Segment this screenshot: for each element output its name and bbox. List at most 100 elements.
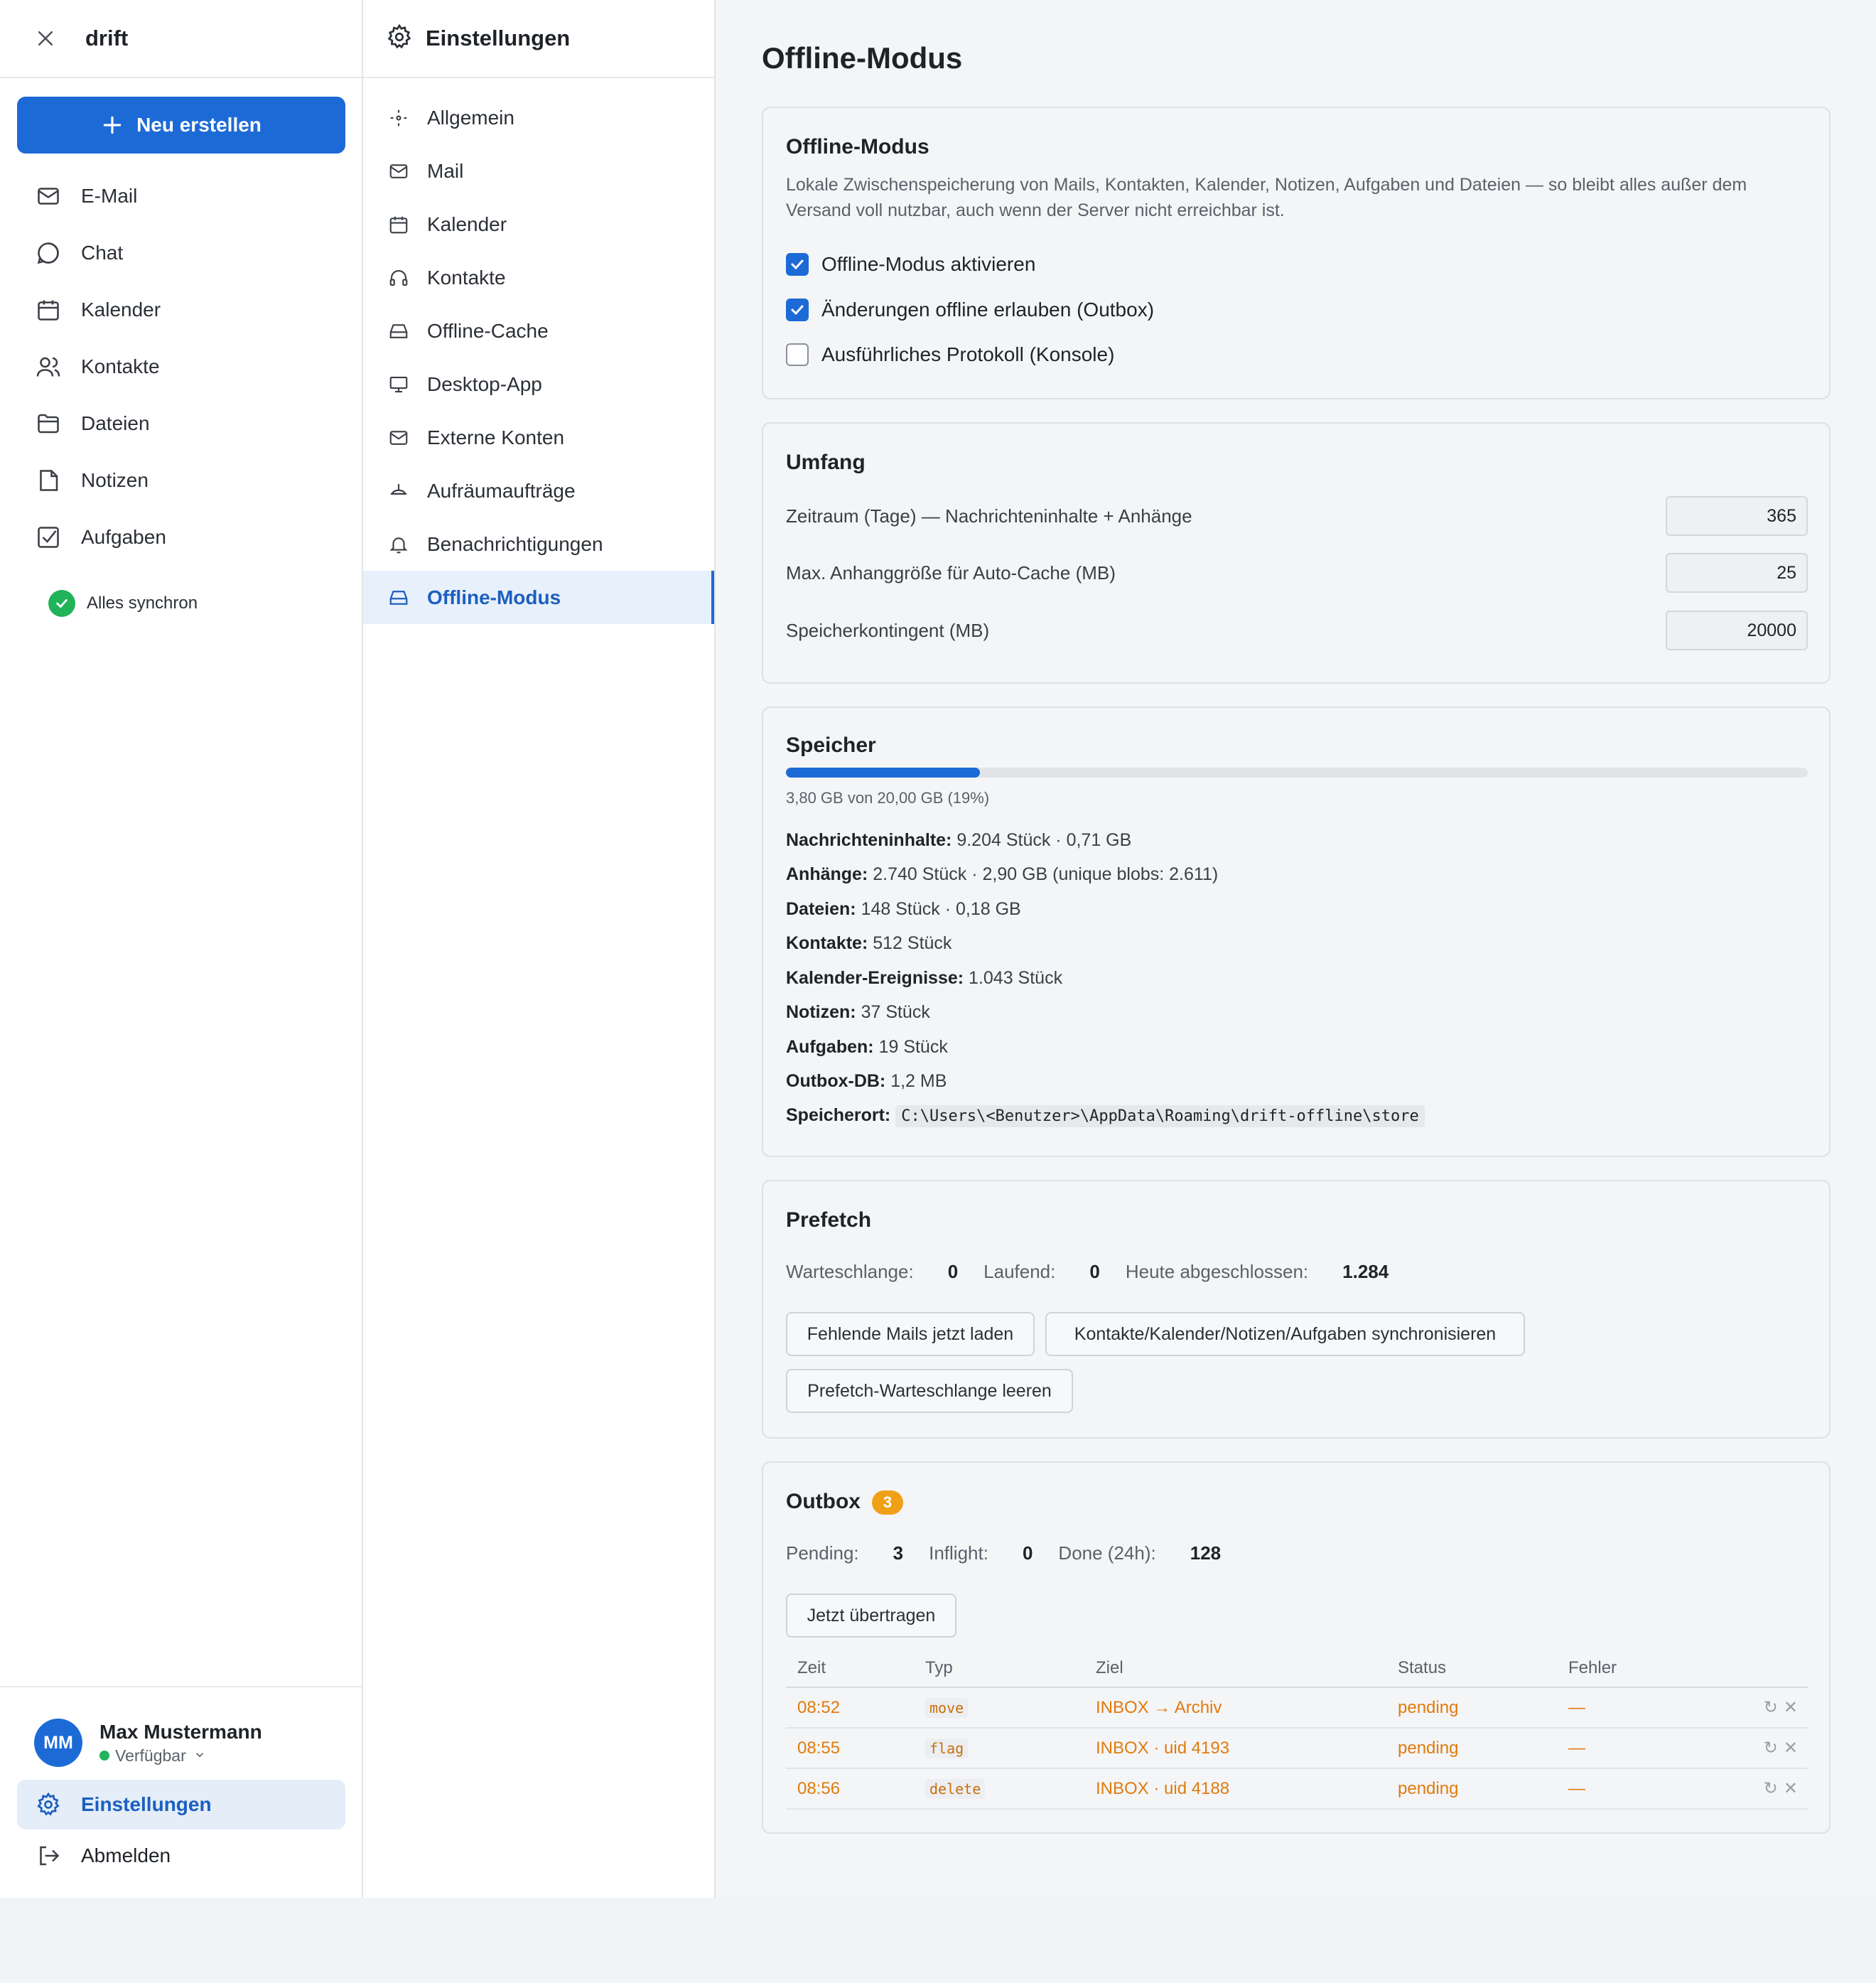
mail-icon [34,182,63,210]
settings-item-label: Mail [427,159,464,182]
settings-item-label: Offline-Cache [427,319,549,342]
close-icon[interactable]: ✕ [1784,1779,1798,1798]
clear-prefetch-queue-button[interactable]: Prefetch-Warteschlange leeren [786,1369,1073,1413]
close-icon[interactable] [31,24,60,53]
table-header-row: Zeit Typ Ziel Status Fehler [786,1649,1808,1688]
sync-pim-button[interactable]: Kontakte/Kalender/Notizen/Aufgaben synch… [1045,1312,1525,1356]
nav-item-chat[interactable]: Chat [17,225,345,281]
storage-path: C:\Users\<Benutzer>\AppData\Roaming\drif… [895,1105,1425,1127]
allow-offline-changes-checkbox[interactable]: Änderungen offline erlauben (Outbox) [786,299,1154,321]
main-content: Offline-Modus Offline-Modus Lokale Zwisc… [716,0,1876,1898]
settings-item-cleanup-jobs[interactable]: Aufräumaufträge [363,464,714,517]
settings-item-calendar[interactable]: Kalender [363,198,714,251]
checkbox-label: Ausführliches Protokoll (Konsole) [821,343,1115,365]
section-title: Offline-Modus [786,135,929,158]
settings-item-label: Allgemein [427,106,514,129]
settings-item-offline-cache[interactable]: Offline-Cache [363,304,714,358]
storage-progress-fill [786,768,981,778]
outbox-count-badge: 3 [872,1490,903,1515]
days-input[interactable]: 365 [1666,496,1808,536]
user-status[interactable]: Verfügbar [99,1746,262,1766]
send-now-button[interactable]: Jetzt übertragen [786,1594,956,1638]
column-header: Zeit [786,1649,914,1688]
column-header: Typ [914,1649,1084,1688]
section-title: Outbox 3 [786,1490,903,1515]
column-header: Fehler [1557,1649,1699,1688]
row-actions: ↻ ✕ [1699,1728,1808,1769]
storage-location: Speicherort: C:\Users\<Benutzer>\AppData… [786,1105,1425,1127]
note-icon [34,466,63,495]
nav-item-files[interactable]: Dateien [17,395,345,452]
retry-icon[interactable]: ↻ [1764,1779,1778,1798]
settings-item-general[interactable]: Allgemein [363,91,714,144]
settings-item-label: Kontakte [427,266,506,289]
settings-item-label: Desktop-App [427,372,542,395]
online-dot-icon [99,1751,109,1761]
scope-card: Umfang Zeitraum (Tage) — Nachrichteninha… [762,422,1831,684]
logout-label: Abmelden [81,1844,171,1866]
nav-item-calendar[interactable]: Kalender [17,281,345,338]
mail-icon [386,425,411,451]
column-header: Ziel [1084,1649,1386,1688]
settings-item-mail[interactable]: Mail [363,144,714,198]
cell-status: pending [1386,1687,1557,1729]
nav-item-label: Kalender [81,299,161,321]
settings-item-contacts[interactable]: Kontakte [363,251,714,304]
mail-icon [386,158,411,184]
sidebar-item-settings[interactable]: Einstellungen [17,1780,345,1829]
logout-button[interactable]: Abmelden [17,1831,345,1881]
settings-label: Einstellungen [81,1793,212,1815]
table-row: 08:52 move INBOX → Archiv pending — ↻ ✕ [786,1687,1808,1729]
cell-target: INBOX → Archiv [1084,1687,1386,1729]
settings-nav-list: Allgemein Mail Kalender Kontakte Offline… [363,91,714,624]
stat-row: Nachrichteninhalte: 9.204 Stück · 0,71 G… [786,830,1132,850]
checkbox-checked-icon [786,299,809,321]
main-nav: E-Mail Chat Kalender Kontakte Dateien No… [17,168,345,566]
table-row: 08:56 delete INBOX · uid 4188 pending — … [786,1768,1808,1810]
nav-item-notes[interactable]: Notizen [17,452,345,509]
folder-icon [34,409,63,438]
section-title: Speicher [786,733,876,757]
retry-icon[interactable]: ↻ [1764,1739,1778,1758]
prefetch-card: Prefetch Warteschlange: 0 Laufend: 0 Heute… [762,1180,1831,1439]
gear-icon [386,23,413,54]
close-icon[interactable]: ✕ [1784,1698,1798,1717]
sidebar-footer: MM Max Mustermann Verfügbar Einstellunge… [0,1686,362,1898]
prefetch-counters: Warteschlange: 0 Laufend: 0 Heute abgeschl… [786,1261,1389,1282]
nav-item-tasks[interactable]: Aufgaben [17,509,345,566]
settings-title: Einstellungen [426,26,571,50]
storage-card: Speicher 3,80 GB von 20,00 GB (19%) Nach… [762,706,1831,1157]
load-missing-mails-button[interactable]: Fehlende Mails jetzt laden [786,1312,1035,1356]
sparkle-icon [386,105,411,131]
row-actions: ↻ ✕ [1699,1768,1808,1810]
settings-item-label: Externe Konten [427,426,565,448]
offline-description: Lokale Zwischenspeicherung von Mails, Ko… [786,175,1747,220]
avatar: MM [34,1719,82,1767]
users-icon [34,353,63,381]
user-menu[interactable]: MM Max Mustermann Verfügbar [34,1719,262,1767]
settings-item-notifications[interactable]: Benachrichtigungen [363,517,714,571]
storage-caption: 3,80 GB von 20,00 GB (19%) [786,789,990,807]
close-icon[interactable]: ✕ [1784,1739,1798,1758]
max-attachment-input[interactable]: 25 [1666,553,1808,593]
enable-offline-checkbox[interactable]: Offline-Modus aktivieren [786,253,1035,276]
outbox-table: Zeit Typ Ziel Status Fehler 08:52 move I… [786,1649,1808,1810]
stat-row: Aufgaben: 19 Stück [786,1037,948,1057]
quota-input[interactable]: 20000 [1666,611,1808,650]
settings-item-desktop-app[interactable]: Desktop-App [363,358,714,411]
nav-item-contacts[interactable]: Kontakte [17,338,345,395]
settings-item-offline-mode[interactable]: Offline-Modus [363,571,714,624]
settings-item-label: Aufräumaufträge [427,479,576,502]
cell-time: 08:52 [786,1687,914,1729]
nav-item-label: Aufgaben [81,526,166,548]
settings-item-external-accounts[interactable]: Externe Konten [363,411,714,464]
plus-icon [103,116,122,134]
nav-item-email[interactable]: E-Mail [17,168,345,225]
verbose-log-checkbox[interactable]: Ausführliches Protokoll (Konsole) [786,343,1114,366]
stat-row: Outbox-DB: 1,2 MB [786,1071,947,1091]
headset-icon [386,265,411,291]
field-row-quota: Speicherkontingent (MB) 20000 [786,611,1808,650]
new-create-button[interactable]: Neu erstellen [17,97,345,154]
retry-icon[interactable]: ↻ [1764,1698,1778,1717]
check-circle-icon [48,590,75,617]
